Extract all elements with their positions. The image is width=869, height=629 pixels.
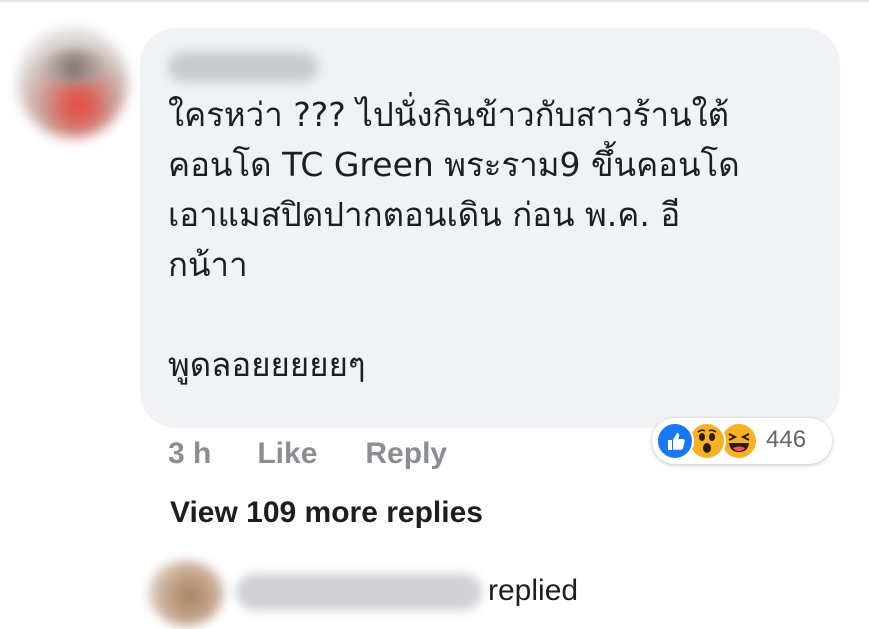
comment-text: ใครหว่า ??? ไปนั่งกินข้าวกับสาวร้านใต้ ค… bbox=[168, 95, 740, 384]
comment-timestamp[interactable]: 3 h bbox=[168, 437, 211, 471]
commenter-name-blurred[interactable] bbox=[168, 52, 318, 82]
replied-text[interactable]: replied bbox=[488, 574, 578, 608]
like-icon bbox=[656, 422, 694, 460]
top-divider bbox=[0, 0, 869, 2]
comment-actions: 3 h Like Reply bbox=[168, 434, 495, 474]
replier-name-blurred[interactable] bbox=[236, 574, 482, 610]
replier-avatar[interactable] bbox=[148, 560, 224, 626]
reply-button[interactable]: Reply bbox=[365, 437, 447, 471]
like-button[interactable]: Like bbox=[257, 437, 317, 471]
view-more-replies-link[interactable]: View 109 more replies bbox=[170, 496, 483, 530]
reactions-summary[interactable]: 446 bbox=[652, 418, 832, 464]
reaction-count: 446 bbox=[766, 426, 807, 453]
avatar-detail bbox=[42, 50, 106, 84]
